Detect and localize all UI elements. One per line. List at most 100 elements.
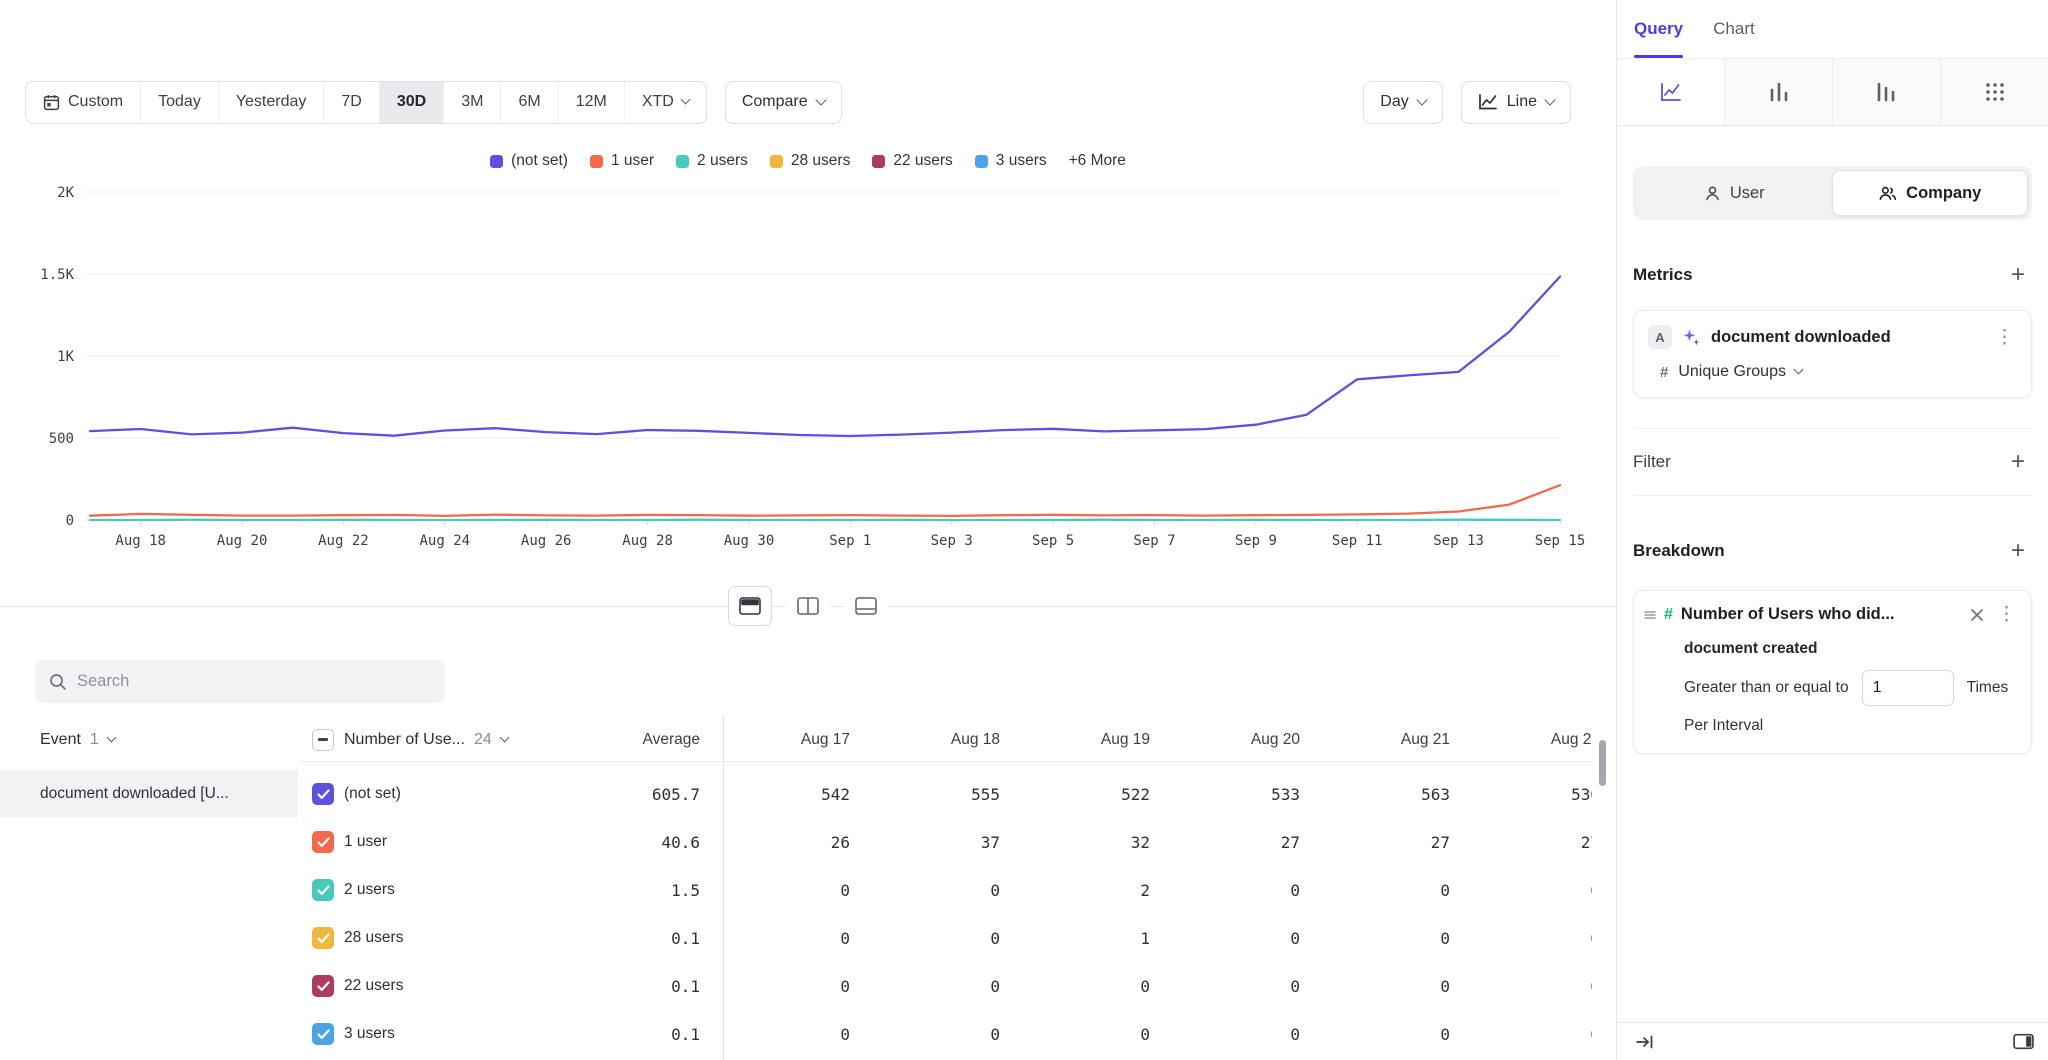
view-bottom-panel-button[interactable] <box>844 586 888 626</box>
table-scrollbar[interactable] <box>1599 740 1606 786</box>
chart-controls: Day Line <box>1363 81 1571 124</box>
chevron-down-icon <box>1794 365 1804 375</box>
line-chart: 05001K1.5K2KAug 18Aug 20Aug 22Aug 24Aug … <box>0 130 1616 600</box>
search-input[interactable] <box>77 672 431 691</box>
cell-value: 0 <box>1300 929 1450 948</box>
series-label: 3 users <box>344 1025 560 1043</box>
toggle-user[interactable]: User <box>1637 170 1832 216</box>
average-value: 0.1 <box>560 1025 700 1044</box>
range-xtd-button[interactable]: XTD <box>624 82 706 123</box>
date-controls: CustomTodayYesterday 7D 30D3M6M12MXTD Comp… <box>25 81 842 124</box>
line-chart-icon <box>1658 80 1684 104</box>
legend-item[interactable]: 3 users <box>975 152 1047 170</box>
range-7d-button[interactable]: 7D <box>323 82 378 123</box>
metric-menu-button[interactable]: ⋮ <box>1992 326 2017 349</box>
row-checkbox[interactable] <box>312 831 334 853</box>
tab-chart[interactable]: Chart <box>1713 0 1755 58</box>
cell-value: 0 <box>1300 1025 1450 1044</box>
toolbar: CustomTodayYesterday 7D 30D3M6M12MXTD Comp… <box>25 80 1571 124</box>
user-icon <box>1704 185 1721 202</box>
range-yesterday-button[interactable]: Yesterday <box>218 82 324 123</box>
legend-swatch <box>490 155 503 168</box>
row-checkbox[interactable] <box>312 879 334 901</box>
toggle-company[interactable]: Company <box>1832 170 2029 216</box>
table-row: 22 users0.1000000 <box>298 962 1592 1010</box>
compare-button[interactable]: Compare <box>725 81 842 124</box>
filter-section-header: Filter + <box>1633 447 2032 477</box>
svg-text:Sep 9: Sep 9 <box>1235 533 1277 549</box>
event-list-item[interactable]: document downloaded [U... <box>0 770 298 817</box>
view-split-horizontal-button[interactable] <box>728 586 772 626</box>
cell-value: 0 <box>1300 977 1450 996</box>
tab-query[interactable]: Query <box>1634 0 1683 58</box>
collapse-panel-icon[interactable] <box>1635 1034 1655 1050</box>
legend-item[interactable]: 28 users <box>770 152 850 170</box>
chevron-down-icon <box>1416 94 1427 105</box>
range-6m-button[interactable]: 6M <box>500 82 557 123</box>
add-metric-button[interactable]: + <box>2004 262 2032 288</box>
legend-item[interactable]: 1 user <box>590 152 654 170</box>
query-builder: User Company Metrics + A document downlo… <box>1617 126 2048 1022</box>
range-custom-button[interactable]: Custom <box>26 82 140 123</box>
legend-item[interactable]: 22 users <box>872 152 952 170</box>
table-row: 2 users1.5002000 <box>298 866 1592 914</box>
range-3m-button[interactable]: 3M <box>443 82 500 123</box>
breakdown-section-header: Breakdown + <box>1633 536 2032 566</box>
view-split-vertical-button[interactable] <box>786 586 830 626</box>
series-column-header[interactable]: Number of Use... 24 <box>344 731 560 749</box>
range-today-button[interactable]: Today <box>140 82 218 123</box>
number-property-icon: # <box>1664 606 1673 624</box>
remove-breakdown-button[interactable] <box>1968 606 1986 624</box>
check-icon <box>317 885 330 896</box>
cell-value: 0 <box>850 929 1000 948</box>
toggle-right-sidebar-icon[interactable] <box>2013 1033 2034 1050</box>
chart-type-button[interactable]: Line <box>1461 81 1571 124</box>
legend-label: 1 user <box>611 152 654 170</box>
legend-item[interactable]: (not set) <box>490 152 568 170</box>
more-chart-types-icon <box>1982 80 2008 104</box>
bar-chart-type-button[interactable] <box>1724 59 1832 125</box>
svg-text:Aug 28: Aug 28 <box>622 533 673 549</box>
line-chart-type-button[interactable] <box>1617 59 1724 125</box>
cell-value: 27 <box>1450 833 1592 852</box>
drag-handle-icon[interactable] <box>1644 610 1656 620</box>
legend-more[interactable]: +6 More <box>1069 152 1126 170</box>
cell-value: 533 <box>1150 785 1300 804</box>
row-checkbox[interactable] <box>312 783 334 805</box>
table-row: (not set)605.7542555522533563530 <box>298 770 1592 818</box>
range-12m-button[interactable]: 12M <box>558 82 624 123</box>
chevron-down-icon <box>1544 94 1555 105</box>
company-icon <box>1878 185 1897 202</box>
add-breakdown-button[interactable]: + <box>2004 538 2032 564</box>
row-checkbox[interactable] <box>312 975 334 997</box>
chart-type-selector <box>1617 58 2048 126</box>
more-chart-types-button[interactable] <box>1940 59 2048 125</box>
range-label: 7D <box>341 93 361 111</box>
filter-title: Filter <box>1633 452 1671 472</box>
aggregation-dropdown[interactable]: Unique Groups <box>1678 363 1802 381</box>
legend-swatch <box>770 155 783 168</box>
cell-value: 27 <box>1300 833 1450 852</box>
select-all-checkbox[interactable] <box>312 729 334 751</box>
add-filter-button[interactable]: + <box>2004 449 2032 475</box>
svg-text:Aug 18: Aug 18 <box>115 533 166 549</box>
breakdown-interval-label: Per Interval <box>1684 717 2019 735</box>
event-column-header[interactable]: Event 1 <box>40 718 115 762</box>
calendar-icon <box>43 94 60 111</box>
legend-swatch <box>676 155 689 168</box>
legend-label: 22 users <box>893 152 952 170</box>
range-30d-button[interactable]: 30D <box>379 82 443 123</box>
date-column-header: Aug 18 <box>850 731 1000 749</box>
threshold-input[interactable] <box>1862 670 1954 706</box>
cell-value: 0 <box>1300 881 1450 900</box>
cell-value: 0 <box>1150 1025 1300 1044</box>
legend-item[interactable]: 2 users <box>676 152 748 170</box>
svg-text:Aug 24: Aug 24 <box>420 533 471 549</box>
row-checkbox[interactable] <box>312 927 334 949</box>
breakdown-menu-button[interactable]: ⋮ <box>1994 603 2019 626</box>
cell-value: 0 <box>1450 1025 1592 1044</box>
row-checkbox[interactable] <box>312 1023 334 1045</box>
table-body: (not set)605.75425555225335635301 user40… <box>298 770 1592 1058</box>
funnel-chart-type-button[interactable] <box>1832 59 1940 125</box>
granularity-button[interactable]: Day <box>1363 81 1442 124</box>
